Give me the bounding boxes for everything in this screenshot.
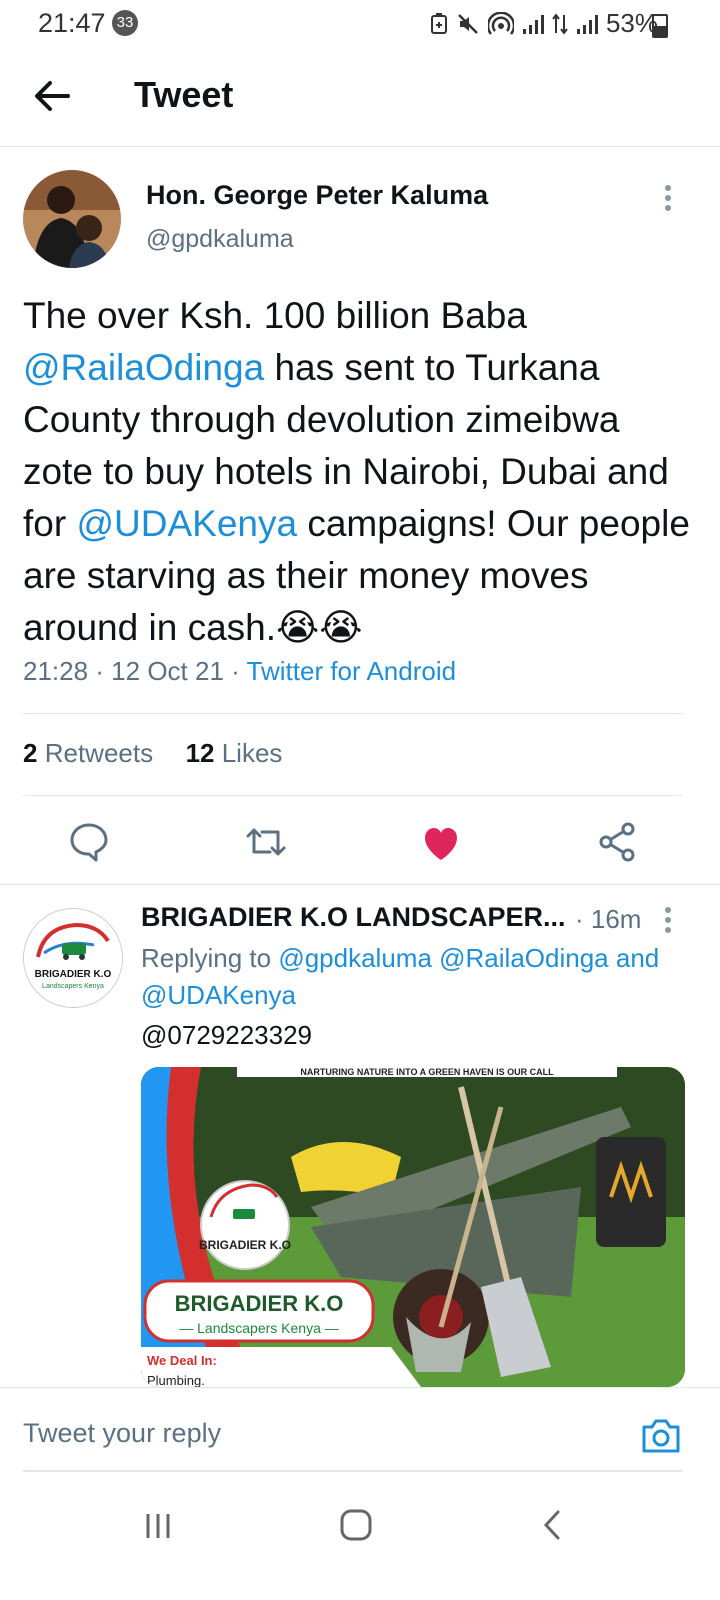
battery-icon (652, 14, 668, 38)
retweets-count[interactable]: 2 (23, 738, 37, 768)
reply-avatar-logo-sub: Landscapers Kenya (42, 983, 104, 990)
reply-avatar-logo-title: BRIGADIER K.O (35, 969, 112, 980)
status-bar: 21:47 33 53% (0, 0, 720, 46)
page-title: Tweet (134, 74, 234, 115)
divider (23, 713, 683, 714)
more-options-icon[interactable] (664, 184, 672, 212)
media-brand-sub: — Landscapers Kenya — (179, 1320, 339, 1336)
tweet-header: Tweet (0, 46, 720, 147)
tweet-text-part: The over Ksh. 100 billion Baba (23, 295, 527, 336)
author-avatar[interactable] (23, 170, 121, 268)
home-icon[interactable] (326, 1500, 386, 1550)
tweet-stats: 2 Retweets 12 Likes (23, 738, 282, 769)
media-deal-item: Plumbing. (147, 1373, 205, 1387)
reply-text: @0729223329 (141, 1020, 312, 1050)
status-icons: 53% (430, 8, 658, 39)
reply-more-options-icon[interactable] (664, 906, 672, 934)
tweet-text: The over Ksh. 100 billion Baba @RailaOdi… (23, 290, 693, 654)
divider (0, 884, 720, 885)
status-time: 21:47 (38, 8, 106, 38)
mute-icon (458, 13, 478, 34)
emoji: 😭😭 (276, 607, 363, 648)
battery-saver-icon (430, 12, 447, 34)
battery-percent: 53% (605, 8, 658, 38)
hotspot-icon (487, 11, 514, 35)
tweet-reply-input[interactable]: Tweet your reply (23, 1418, 221, 1449)
notification-count-badge: 33 (112, 10, 138, 36)
replying-to-link[interactable]: @RailaOdinga (439, 943, 608, 973)
reply-author-name[interactable]: BRIGADIER K.O LANDSCAPER... (141, 902, 566, 933)
like-icon[interactable] (417, 818, 465, 866)
reply-author-avatar[interactable]: BRIGADIER K.O Landscapers Kenya (23, 908, 123, 1008)
media-banner-text: NARTURING NATURE INTO A GREEN HAVEN IS O… (300, 1067, 554, 1077)
tweet-meta: 21:28 · 12 Oct 21 · Twitter for Android (23, 656, 456, 687)
reply-icon[interactable] (65, 818, 113, 866)
back-nav-icon[interactable] (522, 1500, 582, 1550)
replying-to-link[interactable]: @UDAKenya (141, 980, 296, 1010)
reply-time: · 16m (575, 904, 642, 934)
replying-to-link[interactable]: @gpdkaluma (278, 943, 432, 973)
replying-to: Replying to @gpdkaluma @RailaOdinga and … (141, 940, 686, 1014)
media-logo-title: BRIGADIER K.O (199, 1238, 291, 1252)
signal-icon (522, 14, 544, 34)
author-handle[interactable]: @gpdkaluma (146, 225, 294, 254)
media-deal-label: We Deal In: (147, 1353, 217, 1368)
data-arrows-icon (552, 12, 568, 35)
replying-prefix: Replying to (141, 943, 279, 973)
replying-and[interactable]: and (616, 943, 659, 973)
likes-label[interactable]: Likes (222, 738, 283, 768)
reply-media-image[interactable]: NARTURING NATURE INTO A GREEN HAVEN IS O… (141, 1067, 685, 1387)
camera-icon[interactable] (640, 1415, 682, 1455)
back-arrow-icon[interactable] (30, 74, 74, 118)
signal-icon-2 (576, 14, 598, 34)
share-icon[interactable] (594, 818, 642, 866)
media-brand-title: BRIGADIER K.O (175, 1291, 344, 1316)
compose-underline (23, 1470, 683, 1472)
mention-link[interactable]: @RailaOdinga (23, 347, 264, 388)
tweet-source-link[interactable]: Twitter for Android (247, 656, 457, 686)
retweets-label[interactable]: Retweets (45, 738, 153, 768)
recent-apps-icon[interactable] (128, 1500, 188, 1550)
tweet-timestamp: 21:28 · 12 Oct 21 · (23, 656, 247, 686)
mention-link[interactable]: @UDAKenya (76, 503, 297, 544)
likes-count[interactable]: 12 (186, 738, 215, 768)
author-name[interactable]: Hon. George Peter Kaluma (146, 180, 488, 211)
divider (23, 795, 683, 796)
retweet-icon[interactable] (242, 818, 290, 866)
